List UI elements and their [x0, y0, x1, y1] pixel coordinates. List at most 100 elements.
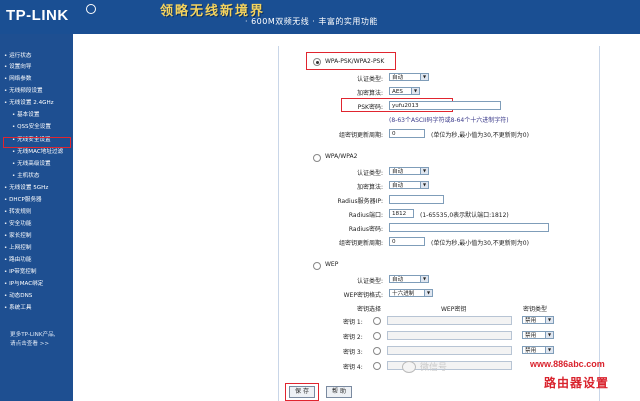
sidebar-item-system-tools[interactable]: • 系统工具 [4, 304, 31, 312]
wpa-psk-radio-label: WPA-PSK/WPA2-PSK [325, 58, 385, 65]
wep-key-1-type-select[interactable]: 禁用 ▼ [522, 316, 554, 324]
wpa-psk-renew-input[interactable]: 0 [389, 129, 425, 138]
sidebar-item-wireless-24[interactable]: • 无线设置 2.4GHz [4, 99, 54, 107]
psk-password-input[interactable]: yufu2013 [389, 101, 501, 110]
sidebar-item-access-control[interactable]: • 上网控制 [4, 244, 31, 252]
sidebar-item-network[interactable]: • 网络参数 [4, 75, 31, 83]
click-to-view-link[interactable]: 请点击查看 >> [10, 339, 49, 347]
sidebar-item-band[interactable]: • 无线频段设置 [4, 87, 43, 95]
sidebar-item-parental[interactable]: • 家长控制 [4, 232, 31, 240]
wpa-psk-enc-label: 加密算法: [356, 90, 383, 97]
wep-radio-label: WEP [325, 261, 339, 268]
wpa-enc-value: 自动 [392, 183, 404, 189]
radius-ip-label: Radius服务器IP: [337, 198, 383, 205]
wep-format-select[interactable]: 十六进制 ▼ [389, 289, 433, 297]
sidebar-gap [73, 34, 89, 401]
chevron-down-icon: ▼ [420, 168, 428, 174]
sidebar-item-host-status[interactable]: • 主机状态 [12, 172, 39, 180]
sidebar-item-bandwidth[interactable]: • IP带宽控制 [4, 268, 36, 276]
wep-key-3-label: 密钥 3: [343, 349, 363, 356]
wep-col-select: 密钥选择 [357, 306, 382, 313]
sidebar-item-forwarding[interactable]: • 转发规则 [4, 208, 31, 216]
wpa-psk-enc-select[interactable]: AES ▼ [389, 87, 420, 95]
radius-port-input[interactable]: 1812 [389, 209, 414, 218]
wpa-enc-select[interactable]: 自动 ▼ [389, 181, 429, 189]
site-url-watermark: www.886abc.com [530, 359, 605, 369]
sidebar-item-ip-mac[interactable]: • IP与MAC绑定 [4, 280, 43, 288]
wpa-radio-label: WPA/WPA2 [325, 153, 358, 160]
wep-key-3-type-select[interactable]: 禁用 ▼ [522, 346, 554, 354]
wpa-psk-auth-select[interactable]: 自动 ▼ [389, 73, 429, 81]
wep-key-4-radio[interactable] [373, 362, 381, 370]
wep-key-1-type-value: 禁用 [525, 318, 537, 324]
sidebar-item-wireless-5g[interactable]: • 无线设置 5GHz [4, 184, 48, 192]
wpa-psk-auth-label: 认证类型: [356, 76, 383, 83]
wep-key-1-label: 密钥 1: [343, 319, 363, 326]
sidebar-item-security[interactable]: • 安全功能 [4, 220, 31, 228]
chevron-down-icon: ▼ [411, 88, 419, 94]
chevron-down-icon: ▼ [420, 276, 428, 282]
wpa-radio[interactable] [313, 154, 321, 162]
wpa-enc-label: 加密算法: [356, 184, 383, 191]
wep-auth-select[interactable]: 自动 ▼ [389, 275, 429, 283]
psk-password-label: PSK密码: [357, 104, 383, 111]
sidebar-item-advanced[interactable]: • 无线高级设置 [12, 160, 51, 168]
wep-key-3-radio[interactable] [373, 347, 381, 355]
nav-highlight-box [3, 137, 71, 148]
site-name-watermark: 路由器设置 [544, 376, 610, 390]
wep-key-2-type-select[interactable]: 禁用 ▼ [522, 331, 554, 339]
radius-password-label: Radius密码: [348, 226, 383, 233]
wep-key-2-input[interactable] [387, 331, 512, 340]
sidebar-item-routing[interactable]: • 路由功能 [4, 256, 31, 264]
wep-format-value: 十六进制 [392, 291, 415, 297]
wpa-renew-label: 组密钥更新周期: [338, 240, 383, 247]
wpa-psk-auth-value: 自动 [392, 75, 404, 81]
radius-port-label: Radius端口: [348, 212, 383, 219]
wep-radio[interactable] [313, 262, 321, 270]
chevron-down-icon: ▼ [420, 74, 428, 80]
wep-key-3-type-value: 禁用 [525, 348, 537, 354]
chevron-down-icon: ▼ [424, 290, 432, 296]
sidebar-item-ddns[interactable]: • 动态DNS [4, 292, 32, 300]
wep-key-3-input[interactable] [387, 346, 512, 355]
wpa-renew-note: (单位为秒,最小值为30,不更新则为0) [431, 240, 529, 247]
more-products-link[interactable]: 更多TP-LINK产品, [10, 330, 55, 338]
sidebar-item-dhcp[interactable]: • DHCP服务器 [4, 196, 42, 204]
wpa-psk-radio[interactable] [313, 58, 321, 66]
wep-format-label: WEP密钥格式: [343, 292, 383, 299]
help-button[interactable]: 帮 助 [326, 386, 352, 398]
tp-link-logo[interactable]: TP-LINK [6, 7, 69, 24]
sidebar-nav: • 运行状态 • 设置向导 • 网络参数 • 无线频段设置 • 无线设置 2.4… [0, 34, 73, 401]
wpa-renew-input[interactable]: 0 [389, 237, 425, 246]
radius-password-input[interactable] [389, 223, 549, 232]
radius-ip-input[interactable] [389, 195, 444, 204]
sidebar-item-qss[interactable]: • QSS安全设置 [12, 123, 51, 131]
save-button[interactable]: 保 存 [289, 386, 315, 398]
chevron-down-icon: ▼ [545, 332, 553, 338]
wep-key-4-label: 密钥 4: [343, 364, 363, 371]
sidebar-item-wizard[interactable]: • 设置向导 [4, 63, 31, 71]
sidebar-item-mac-filter[interactable]: • 无线MAC地址过滤 [12, 148, 63, 156]
wpa-auth-select[interactable]: 自动 ▼ [389, 167, 429, 175]
wpa-psk-renew-note: (单位为秒,最小值为30,不更新则为0) [431, 132, 529, 139]
wechat-icon [402, 361, 416, 373]
wireless-security-form: WPA-PSK/WPA2-PSK 认证类型: 自动 ▼ 加密算法: AES ▼ … [278, 46, 600, 401]
chevron-down-icon: ▼ [420, 182, 428, 188]
sidebar-item-basic[interactable]: • 基本设置 [12, 111, 39, 119]
chevron-down-icon: ▼ [545, 347, 553, 353]
wpa-auth-value: 自动 [392, 169, 404, 175]
wep-key-1-radio[interactable] [373, 317, 381, 325]
wpa-psk-enc-value: AES [392, 89, 403, 95]
registered-mark-icon [86, 4, 96, 14]
radius-port-note: (1-65535,0表示默认端口:1812) [420, 212, 509, 219]
top-banner: TP-LINK 领略无线新境界 · 600M双频无线 · 丰富的实用功能 [0, 0, 640, 34]
wechat-watermark: 微信号 [420, 363, 448, 373]
wpa-psk-renew-label: 组密钥更新周期: [338, 132, 383, 139]
wpa-auth-label: 认证类型: [356, 170, 383, 177]
wep-auth-label: 认证类型: [356, 278, 383, 285]
wep-auth-value: 自动 [392, 277, 404, 283]
wep-key-2-radio[interactable] [373, 332, 381, 340]
wep-key-1-input[interactable] [387, 316, 512, 325]
psk-password-note: (8-63个ASCII码字符或8-64个十六进制字符) [389, 117, 509, 124]
sidebar-item-status[interactable]: • 运行状态 [4, 52, 31, 60]
